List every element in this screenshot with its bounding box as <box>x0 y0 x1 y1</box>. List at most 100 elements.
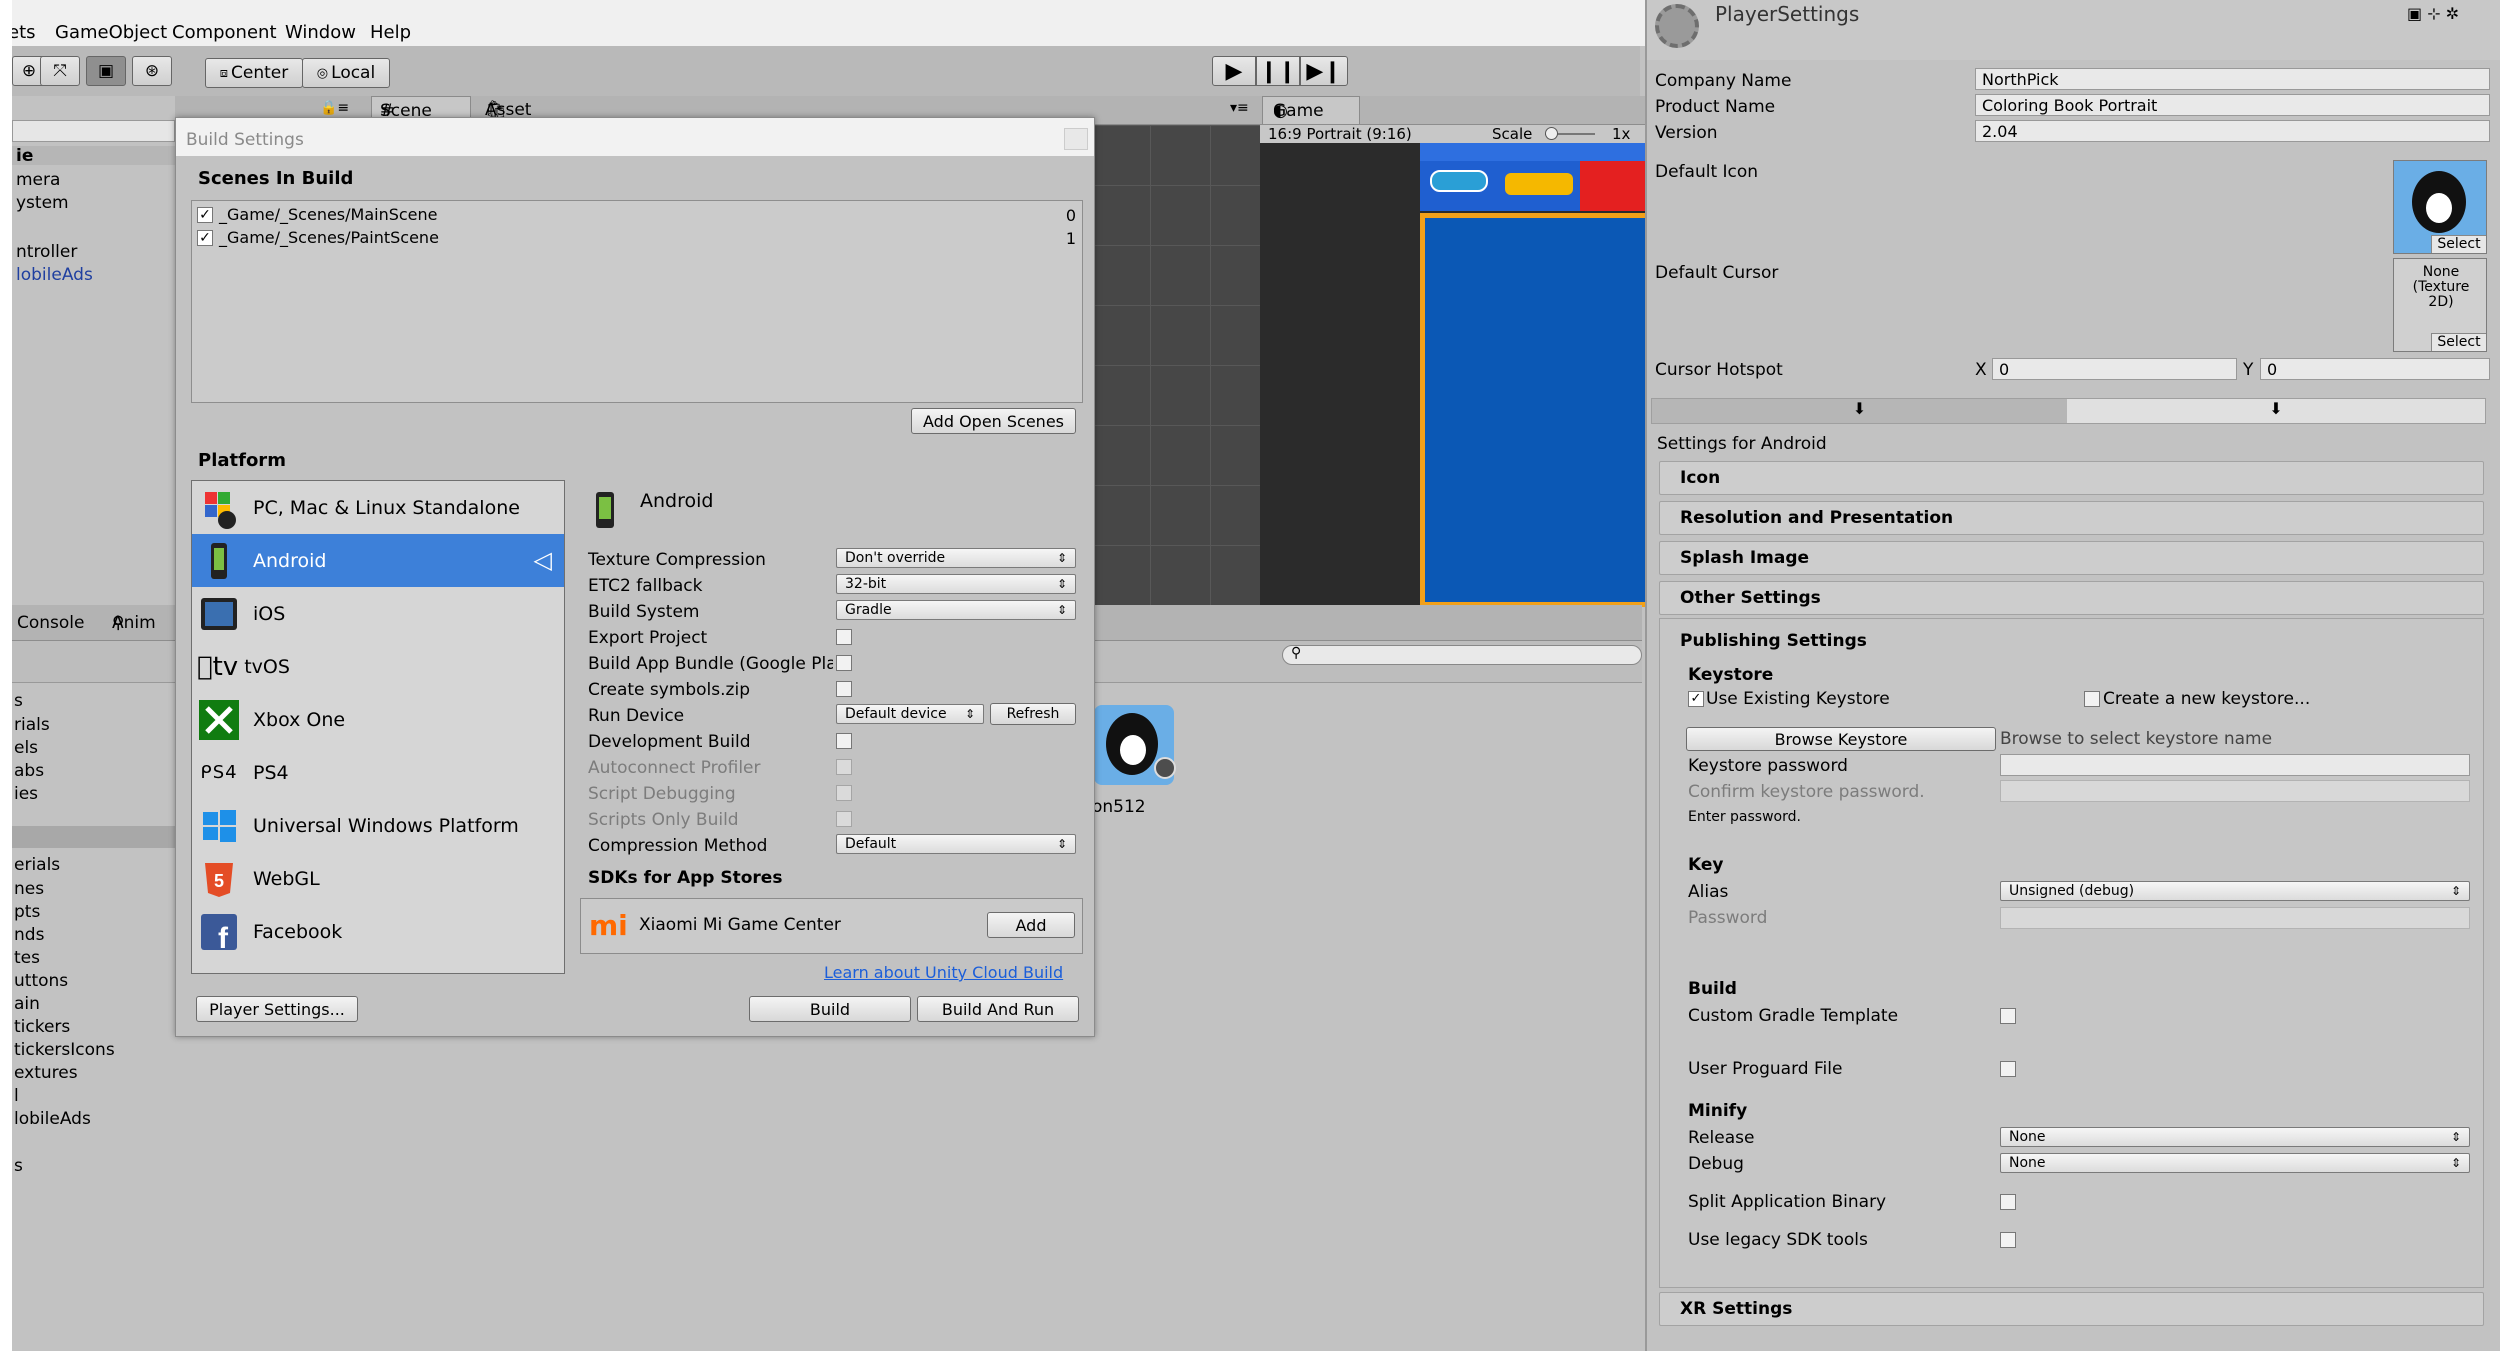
etc2-fallback-dropdown[interactable]: 32-bit <box>836 574 1076 594</box>
platform-facebook[interactable]: f Facebook <box>192 905 564 958</box>
alias-dropdown[interactable]: Unsigned (debug) <box>2000 881 2470 901</box>
section-splash[interactable]: Splash Image <box>1659 541 2484 575</box>
hotspot-x-input[interactable]: 0 <box>1992 358 2237 380</box>
play-preview-icon[interactable] <box>1154 757 1176 779</box>
section-icon[interactable]: Icon <box>1659 461 2484 495</box>
section-other-settings[interactable]: Other Settings <box>1659 581 2484 615</box>
run-device-dropdown[interactable]: Default device <box>836 704 984 724</box>
project-folder[interactable]: extures <box>14 1063 78 1083</box>
project-folder[interactable]: tickersIcons <box>14 1040 115 1060</box>
lock-icon[interactable]: 🔒≡ <box>320 100 349 116</box>
game-aspect-dropdown[interactable]: 16:9 Portrait (9:16) <box>1268 125 1412 143</box>
build-system-dropdown[interactable]: Gradle <box>836 600 1076 620</box>
menu-assets[interactable]: ets <box>8 22 36 43</box>
menu-help[interactable]: Help <box>370 22 411 43</box>
scene-row[interactable]: ✓ _Game/_Scenes/MainScene <box>197 205 438 224</box>
tab-game[interactable]: ◐ Game <box>1262 96 1360 124</box>
project-folder[interactable]: nes <box>14 879 44 899</box>
step-button[interactable]: ▶❙ <box>1300 56 1348 86</box>
project-folder[interactable]: tickers <box>14 1017 70 1037</box>
menu-gameobject[interactable]: GameObject <box>55 22 167 43</box>
build-and-run-button[interactable]: Build And Run <box>917 996 1079 1022</box>
project-folder[interactable]: ies <box>14 784 38 804</box>
development-build-checkbox[interactable] <box>836 733 852 749</box>
play-button[interactable]: ▶ <box>1212 56 1256 86</box>
create-new-keystore-checkbox[interactable] <box>2084 691 2100 707</box>
default-icon-thumbnail[interactable]: Select <box>2393 160 2487 254</box>
project-folder[interactable]: abs <box>14 761 44 781</box>
platform-ps4[interactable]: ᑭS4 PS4 <box>192 746 564 799</box>
project-folder[interactable]: uttons <box>14 971 68 991</box>
asset-icon512[interactable]: on512 <box>1092 705 1177 825</box>
export-project-checkbox[interactable] <box>836 629 852 645</box>
scale-tool-button[interactable]: ⤧ <box>40 56 80 86</box>
pause-button[interactable]: ❙❙ <box>1256 56 1300 86</box>
scene-checkbox[interactable]: ✓ <box>197 229 213 246</box>
browse-keystore-button[interactable]: Browse Keystore <box>1686 727 1996 751</box>
use-existing-keystore-checkbox[interactable]: ✓ <box>1688 691 1704 707</box>
add-open-scenes-button[interactable]: Add Open Scenes <box>911 408 1076 434</box>
platform-android[interactable]: Android ◁ <box>192 534 564 587</box>
user-proguard-checkbox[interactable] <box>2000 1061 2016 1077</box>
hierarchy-search[interactable] <box>12 120 175 142</box>
inspector-header-icons[interactable]: ▣ ⊹ ✲ <box>2407 4 2459 23</box>
transform-tool-button[interactable]: ⊛ <box>132 56 172 86</box>
hierarchy-item[interactable]: ystem <box>16 193 69 213</box>
hotspot-y-input[interactable]: 0 <box>2260 358 2490 380</box>
project-folder[interactable]: rials <box>14 715 50 735</box>
project-folder[interactable]: l <box>14 1086 19 1106</box>
platform-tvos[interactable]: tv tvOS <box>192 640 564 693</box>
build-button[interactable]: Build <box>749 996 911 1022</box>
scenes-list[interactable]: ✓ _Game/_Scenes/MainScene 0 ✓ _Game/_Sce… <box>191 200 1083 403</box>
project-folder[interactable]: s <box>14 691 23 711</box>
rect-tool-button[interactable]: ▣ <box>86 56 126 86</box>
scene-checkbox[interactable]: ✓ <box>197 206 213 223</box>
project-folder[interactable]: lobileAds <box>14 1109 91 1129</box>
hierarchy-item[interactable]: mera <box>16 170 60 190</box>
create-symbols-checkbox[interactable] <box>836 681 852 697</box>
platform-uwp[interactable]: Universal Windows Platform <box>192 799 564 852</box>
project-folder[interactable]: pts <box>14 902 40 922</box>
hierarchy-item[interactable]: ntroller <box>16 242 77 262</box>
project-folder[interactable]: els <box>14 738 38 758</box>
tab-android[interactable]: ⬇ <box>2067 399 2485 423</box>
build-app-bundle-checkbox[interactable] <box>836 655 852 671</box>
platform-xbox[interactable]: Xbox One <box>192 693 564 746</box>
project-folder[interactable]: tes <box>14 948 40 968</box>
section-xr-settings[interactable]: XR Settings <box>1659 1292 2484 1326</box>
tab-standalone[interactable]: ⬇ <box>1652 399 2067 423</box>
legacy-sdk-checkbox[interactable] <box>2000 1232 2016 1248</box>
texture-compression-dropdown[interactable]: Don't override <box>836 548 1076 568</box>
platform-standalone[interactable]: PC, Mac & Linux Standalone <box>192 481 564 534</box>
cloud-build-link[interactable]: Learn about Unity Cloud Build <box>824 963 1063 982</box>
platform-webgl[interactable]: 5 WebGL <box>192 852 564 905</box>
hierarchy-item[interactable]: lobileAds <box>16 265 93 285</box>
refresh-devices-button[interactable]: Refresh <box>990 703 1076 725</box>
custom-gradle-checkbox[interactable] <box>2000 1008 2016 1024</box>
project-folder[interactable]: erials <box>14 855 60 875</box>
default-cursor-select-button[interactable]: Select <box>2431 333 2486 351</box>
minify-release-dropdown[interactable]: None <box>2000 1127 2470 1147</box>
project-folder[interactable]: ain <box>14 994 40 1014</box>
minify-debug-dropdown[interactable]: None <box>2000 1153 2470 1173</box>
project-folder[interactable]: nds <box>14 925 44 945</box>
split-binary-checkbox[interactable] <box>2000 1194 2016 1210</box>
section-resolution[interactable]: Resolution and Presentation <box>1659 501 2484 535</box>
pivot-local-button[interactable]: ◎ Local <box>302 58 390 88</box>
menu-window[interactable]: Window <box>285 22 356 43</box>
player-settings-button[interactable]: Player Settings... <box>196 996 358 1022</box>
project-folder[interactable]: s <box>14 1156 23 1176</box>
scene-menu-icon[interactable]: ▾≡ <box>1230 100 1249 116</box>
menu-component[interactable]: Component <box>172 22 277 43</box>
hierarchy-root-row[interactable]: ie <box>12 146 175 166</box>
publishing-settings-title[interactable]: Publishing Settings <box>1680 631 1867 651</box>
default-cursor-thumbnail[interactable]: None (Texture 2D) Select <box>2393 258 2487 352</box>
scale-slider-thumb[interactable] <box>1545 127 1558 140</box>
keystore-password-input[interactable] <box>2000 754 2470 776</box>
close-button[interactable] <box>1064 128 1088 150</box>
scene-row[interactable]: ✓ _Game/_Scenes/PaintScene <box>197 228 439 247</box>
sdk-add-button[interactable]: Add <box>987 912 1075 938</box>
platform-ios[interactable]: iOS <box>192 587 564 640</box>
project-search-input[interactable]: ⚲ <box>1282 645 1642 665</box>
scene-view[interactable] <box>1090 125 1260 605</box>
